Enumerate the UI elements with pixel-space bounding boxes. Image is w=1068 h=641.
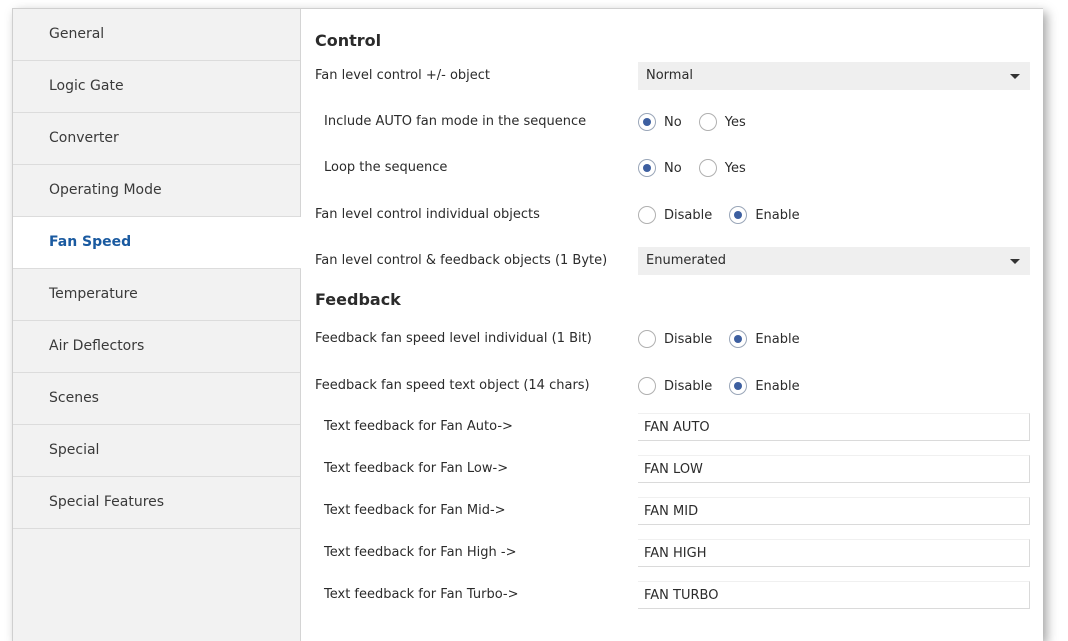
- radio-unchecked-icon: [698, 159, 717, 177]
- text-fan-high-label: Text feedback for Fan High ->: [324, 545, 517, 560]
- radio-label: Disable: [664, 378, 713, 394]
- fan-level-pm-label: Fan level control +/- object: [315, 68, 491, 83]
- radio-unchecked-icon: [698, 113, 717, 131]
- settings-panel: Control Fan level control +/- object Nor…: [301, 9, 1043, 641]
- feedback-individual-label: Feedback fan speed level individual (1 B…: [315, 331, 592, 346]
- text-fan-turbo-label: Text feedback for Fan Turbo->: [324, 587, 519, 602]
- row-text-fan-high: Text feedback for Fan High -> FAN HIGH: [301, 539, 1043, 569]
- row-text-fan-auto: Text feedback for Fan Auto-> FAN AUTO: [301, 413, 1043, 443]
- text-fan-low-label: Text feedback for Fan Low->: [324, 461, 509, 476]
- radio-checked-icon: [729, 377, 748, 395]
- individual-objects-radio-group: Disable Enable: [638, 203, 812, 229]
- radio-label: No: [664, 114, 682, 130]
- include-auto-yes-radio[interactable]: Yes: [698, 110, 746, 134]
- feedback-individual-disable-radio[interactable]: Disable: [638, 327, 712, 351]
- include-auto-no-radio[interactable]: No: [638, 110, 682, 134]
- sidebar-item-general[interactable]: General: [13, 9, 300, 61]
- radio-label: No: [664, 160, 682, 176]
- radio-unchecked-icon: [638, 377, 656, 395]
- row-feedback-individual: Feedback fan speed level individual (1 B…: [301, 325, 1043, 355]
- fan-level-pm-value: Normal: [646, 68, 694, 83]
- feedback-individual-enable-radio[interactable]: Enable: [729, 327, 800, 351]
- feedback-text-object-disable-radio[interactable]: Disable: [638, 374, 712, 398]
- sidebar-item-logic-gate[interactable]: Logic Gate: [13, 61, 300, 113]
- individual-objects-label: Fan level control individual objects: [315, 207, 540, 222]
- row-byte-objects: Fan level control & feedback objects (1 …: [301, 247, 1043, 277]
- radio-label: Disable: [664, 331, 713, 347]
- sidebar-item-air-deflectors[interactable]: Air Deflectors: [13, 321, 300, 373]
- loop-sequence-no-radio[interactable]: No: [638, 156, 682, 180]
- row-text-fan-turbo: Text feedback for Fan Turbo-> FAN TURBO: [301, 581, 1043, 611]
- chevron-down-icon: [1010, 74, 1020, 79]
- sidebar-item-temperature[interactable]: Temperature: [13, 269, 300, 321]
- radio-label: Disable: [664, 207, 713, 223]
- sidebar-item-special-features[interactable]: Special Features: [13, 477, 300, 529]
- radio-checked-icon: [729, 330, 748, 348]
- text-fan-auto-label: Text feedback for Fan Auto->: [324, 419, 513, 434]
- text-fan-high-input[interactable]: FAN HIGH: [638, 539, 1030, 567]
- feedback-text-object-enable-radio[interactable]: Enable: [729, 374, 800, 398]
- section-title-feedback: Feedback: [315, 290, 401, 309]
- byte-objects-label: Fan level control & feedback objects (1 …: [315, 253, 608, 268]
- sidebar-item-operating-mode[interactable]: Operating Mode: [13, 165, 300, 217]
- row-individual-objects: Fan level control individual objects Dis…: [301, 201, 1043, 231]
- radio-label: Enable: [755, 378, 800, 394]
- feedback-text-object-radio-group: Disable Enable: [638, 374, 812, 400]
- row-text-fan-low: Text feedback for Fan Low-> FAN LOW: [301, 455, 1043, 485]
- radio-checked-icon: [638, 159, 656, 177]
- chevron-down-icon: [1010, 259, 1020, 264]
- include-auto-radio-group: No Yes: [638, 110, 758, 136]
- byte-objects-select[interactable]: Enumerated: [638, 247, 1030, 275]
- radio-label: Enable: [755, 331, 800, 347]
- sidebar-item-special[interactable]: Special: [13, 425, 300, 477]
- text-fan-auto-input[interactable]: FAN AUTO: [638, 413, 1030, 441]
- radio-label: Yes: [724, 114, 746, 130]
- row-text-fan-mid: Text feedback for Fan Mid-> FAN MID: [301, 497, 1043, 527]
- sidebar-item-fan-speed[interactable]: Fan Speed: [13, 217, 301, 269]
- feedback-individual-radio-group: Disable Enable: [638, 327, 812, 353]
- fan-level-pm-select[interactable]: Normal: [638, 62, 1030, 90]
- text-fan-mid-input[interactable]: FAN MID: [638, 497, 1030, 525]
- text-fan-turbo-input[interactable]: FAN TURBO: [638, 581, 1030, 609]
- individual-objects-enable-radio[interactable]: Enable: [729, 203, 800, 227]
- settings-window: General Logic Gate Converter Operating M…: [12, 8, 1043, 641]
- radio-label: Yes: [724, 160, 746, 176]
- radio-label: Enable: [755, 207, 800, 223]
- radio-unchecked-icon: [638, 330, 656, 348]
- sidebar-item-converter[interactable]: Converter: [13, 113, 300, 165]
- loop-sequence-yes-radio[interactable]: Yes: [698, 156, 746, 180]
- sidebar: General Logic Gate Converter Operating M…: [13, 9, 301, 641]
- row-loop-sequence: Loop the sequence No Yes: [301, 154, 1043, 184]
- row-fan-level-pm: Fan level control +/- object Normal: [301, 62, 1043, 92]
- loop-sequence-label: Loop the sequence: [324, 160, 448, 175]
- radio-unchecked-icon: [638, 206, 656, 224]
- loop-sequence-radio-group: No Yes: [638, 156, 758, 182]
- section-title-control: Control: [315, 31, 382, 50]
- individual-objects-disable-radio[interactable]: Disable: [638, 203, 712, 227]
- row-feedback-text-object: Feedback fan speed text object (14 chars…: [301, 372, 1043, 402]
- feedback-text-object-label: Feedback fan speed text object (14 chars…: [315, 378, 590, 393]
- text-fan-low-input[interactable]: FAN LOW: [638, 455, 1030, 483]
- text-fan-mid-label: Text feedback for Fan Mid->: [324, 503, 506, 518]
- row-include-auto: Include AUTO fan mode in the sequence No…: [301, 108, 1043, 138]
- byte-objects-value: Enumerated: [646, 253, 727, 268]
- radio-checked-icon: [638, 113, 656, 131]
- radio-checked-icon: [729, 206, 748, 224]
- include-auto-label: Include AUTO fan mode in the sequence: [324, 114, 587, 129]
- sidebar-item-scenes[interactable]: Scenes: [13, 373, 300, 425]
